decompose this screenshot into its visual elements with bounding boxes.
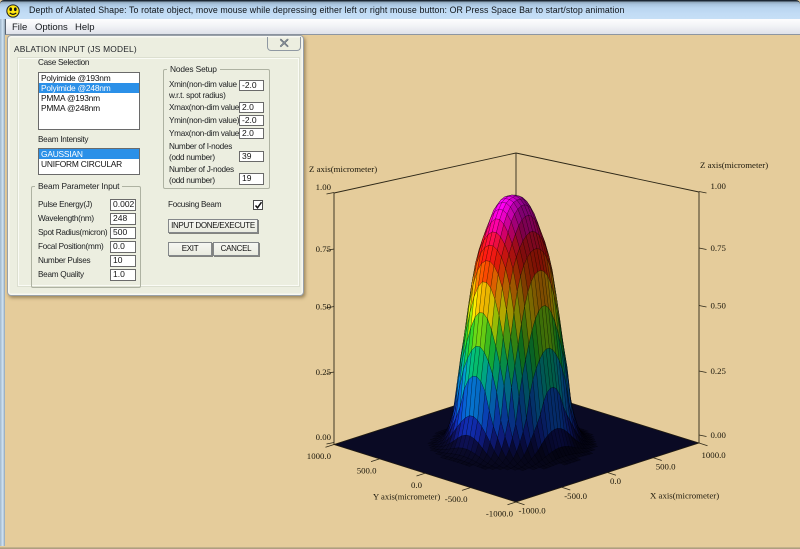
svg-text:1.00: 1.00 — [711, 181, 727, 191]
svg-text:0.0: 0.0 — [610, 476, 622, 486]
svg-text:X axis(micrometer): X axis(micrometer) — [650, 491, 719, 501]
svg-text:Z axis(micrometer): Z axis(micrometer) — [309, 164, 377, 174]
svg-text:0.0: 0.0 — [411, 480, 423, 490]
svg-text:1000.0: 1000.0 — [702, 450, 727, 460]
svg-text:0.00: 0.00 — [711, 430, 727, 440]
svg-text:Y axis(micrometer): Y axis(micrometer) — [373, 492, 440, 502]
svg-text:500.0: 500.0 — [357, 465, 377, 475]
svg-text:500.0: 500.0 — [656, 461, 676, 471]
svg-text:-500.0: -500.0 — [564, 491, 587, 501]
svg-text:0.50: 0.50 — [316, 302, 332, 312]
svg-text:1000.0: 1000.0 — [307, 451, 332, 461]
svg-text:0.00: 0.00 — [316, 432, 332, 442]
svg-text:0.25: 0.25 — [711, 366, 727, 376]
svg-text:Z axis(micrometer): Z axis(micrometer) — [700, 160, 768, 170]
svg-text:0.75: 0.75 — [316, 244, 332, 254]
svg-text:-1000.0: -1000.0 — [519, 506, 547, 516]
svg-text:1.00: 1.00 — [316, 182, 332, 192]
svg-text:-1000.0: -1000.0 — [486, 509, 514, 519]
svg-text:0.50: 0.50 — [711, 301, 727, 311]
svg-text:0.75: 0.75 — [711, 243, 727, 253]
svg-text:-500.0: -500.0 — [445, 494, 468, 504]
svg-text:0.25: 0.25 — [316, 367, 332, 377]
